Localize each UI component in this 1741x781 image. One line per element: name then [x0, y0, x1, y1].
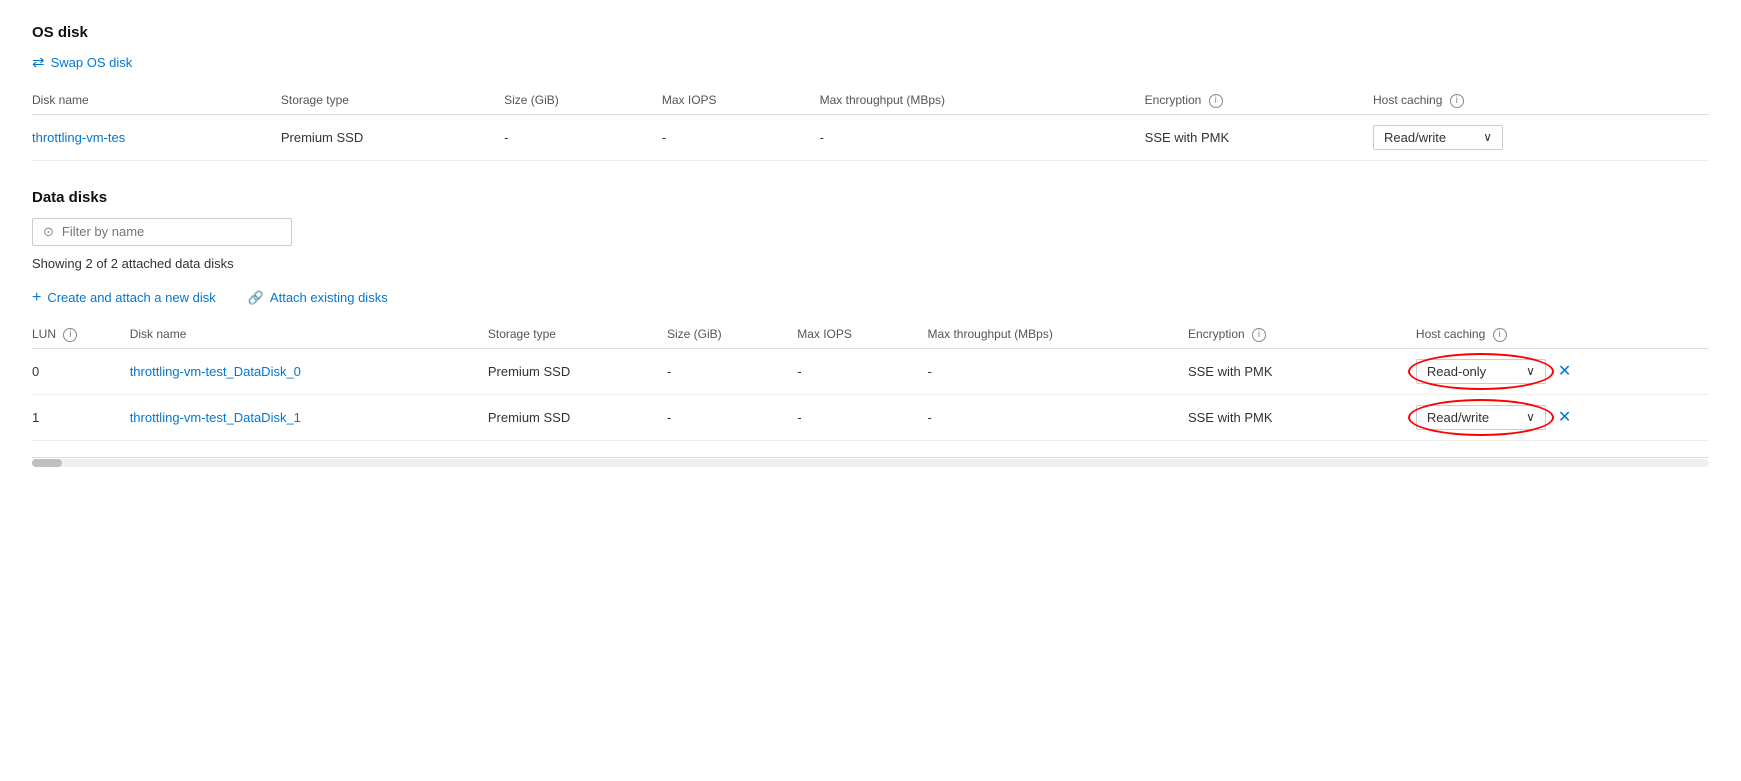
data-disk-row: 1throttling-vm-test_DataDisk_1 Premium SS…: [32, 394, 1709, 440]
disk-name-link-0[interactable]: throttling-vm-test_DataDisk_0: [130, 364, 301, 379]
action-bar: + Create and attach a new disk 🔗 Attach …: [32, 289, 1709, 307]
circled-host-caching-1: Read/write ∨: [1416, 405, 1546, 430]
host-caching-dropdown-0[interactable]: Read-only ∨: [1416, 359, 1546, 384]
storage-type-cell-0: Premium SSD: [488, 348, 667, 394]
attach-existing-link[interactable]: 🔗 Attach existing disks: [248, 290, 388, 306]
os-disk-size: -: [504, 114, 662, 160]
host-caching-value-0: Read-only: [1427, 364, 1486, 379]
max-throughput-cell-0: -: [927, 348, 1188, 394]
swap-os-disk-label: Swap OS disk: [51, 55, 133, 70]
dd-encryption-info-icon[interactable]: i: [1252, 328, 1266, 342]
os-disk-name-cell: throttling-vm-tes: [32, 114, 281, 160]
disk-name-cell-0: throttling-vm-test_DataDisk_0: [130, 348, 488, 394]
swap-icon: ⇄: [32, 53, 45, 71]
os-disk-name-link[interactable]: throttling-vm-tes: [32, 130, 125, 145]
attach-existing-label: Attach existing disks: [270, 290, 388, 305]
disk-name-link-1[interactable]: throttling-vm-test_DataDisk_1: [130, 410, 301, 425]
size-cell-0: -: [667, 348, 797, 394]
col-encryption: Encryption i: [1145, 87, 1373, 114]
lun-info-icon[interactable]: i: [63, 328, 77, 342]
encryption-cell-1: SSE with PMK: [1188, 394, 1416, 440]
dd-host-caching-info-icon[interactable]: i: [1493, 328, 1507, 342]
data-disks-title: Data disks: [32, 189, 1709, 206]
max-iops-cell-1: -: [797, 394, 927, 440]
dd-col-throughput: Max throughput (MBps): [927, 321, 1188, 348]
dd-col-size: Size (GiB): [667, 321, 797, 348]
storage-type-cell-1: Premium SSD: [488, 394, 667, 440]
plus-icon: +: [32, 289, 41, 307]
col-size: Size (GiB): [504, 87, 662, 114]
circled-host-caching-0: Read-only ∨: [1416, 359, 1546, 384]
create-attach-label: Create and attach a new disk: [47, 290, 215, 305]
delete-disk-button-0[interactable]: ✕: [1554, 361, 1575, 381]
chevron-down-icon: ∨: [1483, 130, 1492, 144]
filter-input-container: ⊙: [32, 218, 292, 246]
os-disk-max-throughput: -: [820, 114, 1145, 160]
search-icon: ⊙: [43, 224, 54, 240]
os-disk-host-caching-cell: Read/write ∨: [1373, 114, 1709, 160]
os-disk-max-iops: -: [662, 114, 820, 160]
os-disk-encryption: SSE with PMK: [1145, 114, 1373, 160]
host-caching-dropdown-1[interactable]: Read/write ∨: [1416, 405, 1546, 430]
swap-os-disk-link[interactable]: ⇄ Swap OS disk: [32, 53, 132, 71]
data-disks-section: Data disks ⊙ Showing 2 of 2 attached dat…: [32, 189, 1709, 441]
encryption-info-icon[interactable]: i: [1209, 94, 1223, 108]
chevron-down-icon: ∨: [1526, 364, 1535, 378]
host-caching-info-icon[interactable]: i: [1450, 94, 1464, 108]
os-disk-section: OS disk ⇄ Swap OS disk Disk name Storage…: [32, 24, 1709, 161]
os-disk-storage-type: Premium SSD: [281, 114, 504, 160]
col-host-caching: Host caching i: [1373, 87, 1709, 114]
dd-col-lun: LUN i: [32, 321, 130, 348]
dd-col-encryption: Encryption i: [1188, 321, 1416, 348]
showing-count-text: Showing 2 of 2 attached data disks: [32, 256, 1709, 271]
max-iops-cell-0: -: [797, 348, 927, 394]
col-max-throughput: Max throughput (MBps): [820, 87, 1145, 114]
col-storage-type: Storage type: [281, 87, 504, 114]
filter-by-name-input[interactable]: [62, 224, 281, 239]
size-cell-1: -: [667, 394, 797, 440]
dd-col-storage-type: Storage type: [488, 321, 667, 348]
dd-col-disk-name: Disk name: [130, 321, 488, 348]
scrollbar-track: [32, 459, 1709, 467]
lun-cell-1: 1: [32, 394, 130, 440]
max-throughput-cell-1: -: [927, 394, 1188, 440]
os-disk-row: throttling-vm-tes Premium SSD - - - SSE …: [32, 114, 1709, 160]
horizontal-scrollbar[interactable]: [32, 457, 1709, 469]
attach-icon: 🔗: [248, 290, 264, 306]
os-disk-host-caching-dropdown[interactable]: Read/write ∨: [1373, 125, 1503, 150]
host-caching-cell-1: Read/write ∨ ✕: [1416, 394, 1709, 440]
col-disk-name: Disk name: [32, 87, 281, 114]
os-disk-table: Disk name Storage type Size (GiB) Max IO…: [32, 87, 1709, 161]
data-disk-row: 0throttling-vm-test_DataDisk_0 Premium SS…: [32, 348, 1709, 394]
col-max-iops: Max IOPS: [662, 87, 820, 114]
delete-disk-button-1[interactable]: ✕: [1554, 407, 1575, 427]
create-attach-disk-link[interactable]: + Create and attach a new disk: [32, 289, 216, 307]
host-caching-cell-0: Read-only ∨ ✕: [1416, 348, 1709, 394]
chevron-down-icon: ∨: [1526, 410, 1535, 424]
scrollbar-thumb[interactable]: [32, 459, 62, 467]
os-disk-title: OS disk: [32, 24, 1709, 41]
encryption-cell-0: SSE with PMK: [1188, 348, 1416, 394]
disk-name-cell-1: throttling-vm-test_DataDisk_1: [130, 394, 488, 440]
dd-col-host-caching: Host caching i: [1416, 321, 1709, 348]
os-disk-host-caching-value: Read/write: [1384, 130, 1446, 145]
host-caching-value-1: Read/write: [1427, 410, 1489, 425]
data-disks-table: LUN i Disk name Storage type Size (GiB) …: [32, 321, 1709, 441]
lun-cell-0: 0: [32, 348, 130, 394]
dd-col-max-iops: Max IOPS: [797, 321, 927, 348]
